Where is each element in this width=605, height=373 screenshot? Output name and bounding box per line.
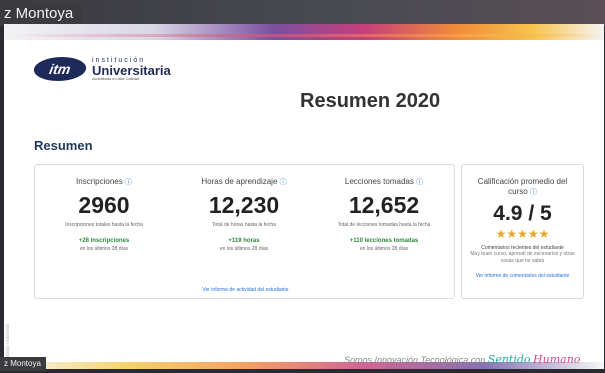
stat-subtext: Inscripciones totales hasta la fecha	[65, 222, 143, 228]
presentation-slide: itm institución Universitaria Acreditada…	[4, 24, 604, 369]
stat-value: 2960	[78, 192, 130, 218]
stat-subtext: Total de lecciones tomadas hasta la fech…	[337, 222, 431, 228]
stat-delta: +28 inscripciones	[78, 238, 130, 244]
slide-title: Resumen 2020	[300, 90, 441, 112]
summary-stats-panel: Inscripciones ⓘ 2960 Inscripciones total…	[34, 164, 455, 299]
slide-tagline: Somos Innovación Tecnológica con Sentido…	[344, 353, 580, 366]
stat-label: Inscripciones	[76, 177, 123, 186]
stat-period: en los últimos 28 días	[359, 246, 409, 252]
stat-subtext: Total de horas hasta la fecha	[212, 222, 276, 228]
itm-logo: itm institución Universitaria Acreditada…	[31, 57, 171, 81]
stat-period: en los últimos 28 días	[219, 246, 269, 252]
stat-delta: +110 lecciones tomadas	[349, 238, 419, 244]
section-title: Resumen	[34, 138, 93, 153]
star-rating-icon: ★★★★★	[495, 226, 550, 241]
rating-label: Calificación promedio del curso	[477, 177, 568, 197]
tagline-word-sentido: Sentido	[487, 353, 531, 366]
stat-value: 12,652	[348, 192, 420, 218]
stat-label: Lecciones tomadas	[344, 177, 414, 186]
participant-name-label: z Montoya	[0, 3, 82, 25]
info-icon[interactable]: ⓘ	[280, 179, 287, 186]
stat-value: 12,230	[208, 192, 280, 218]
meeting-top-bar	[0, 0, 605, 26]
rating-value: 4.9 / 5	[493, 201, 552, 225]
stat-period: en los últimos 28 días	[79, 246, 129, 252]
course-rating-panel: Calificación promedio del curso ⓘ 4.9 / …	[461, 164, 584, 299]
info-icon[interactable]: ⓘ	[416, 179, 423, 186]
itm-logo-mark: itm	[31, 57, 89, 81]
stat-horas-aprendizaje: Horas de aprendizaje ⓘ 12,230 Total de h…	[175, 177, 313, 252]
info-icon[interactable]: ⓘ	[125, 179, 132, 186]
tagline-prefix: Somos Innovación Tecnológica con	[344, 355, 486, 365]
decorative-top-stripe	[4, 24, 604, 40]
side-vertical-text: Trabajo realizado	[5, 323, 11, 362]
comments-report-link[interactable]: Ver informe de comentarios del estudiant…	[462, 273, 583, 280]
stat-label: Horas de aprendizaje	[201, 177, 278, 186]
info-icon[interactable]: ⓘ	[530, 189, 537, 196]
participant-name-label-bottom: z Montoya	[0, 357, 46, 371]
stat-delta: +119 horas	[228, 238, 260, 244]
stat-lecciones-tomadas: Lecciones tomadas ⓘ 12,652 Total de lecc…	[315, 177, 453, 252]
comment-text: Muy buen curso, aprendí de escenarios y …	[470, 250, 575, 264]
stat-inscripciones: Inscripciones ⓘ 2960 Inscripciones total…	[35, 177, 173, 252]
activity-report-link[interactable]: Ver informe de actividad del estudiante	[35, 287, 456, 293]
decorative-top-line	[4, 34, 604, 37]
tagline-word-humano: Humano	[533, 353, 581, 366]
